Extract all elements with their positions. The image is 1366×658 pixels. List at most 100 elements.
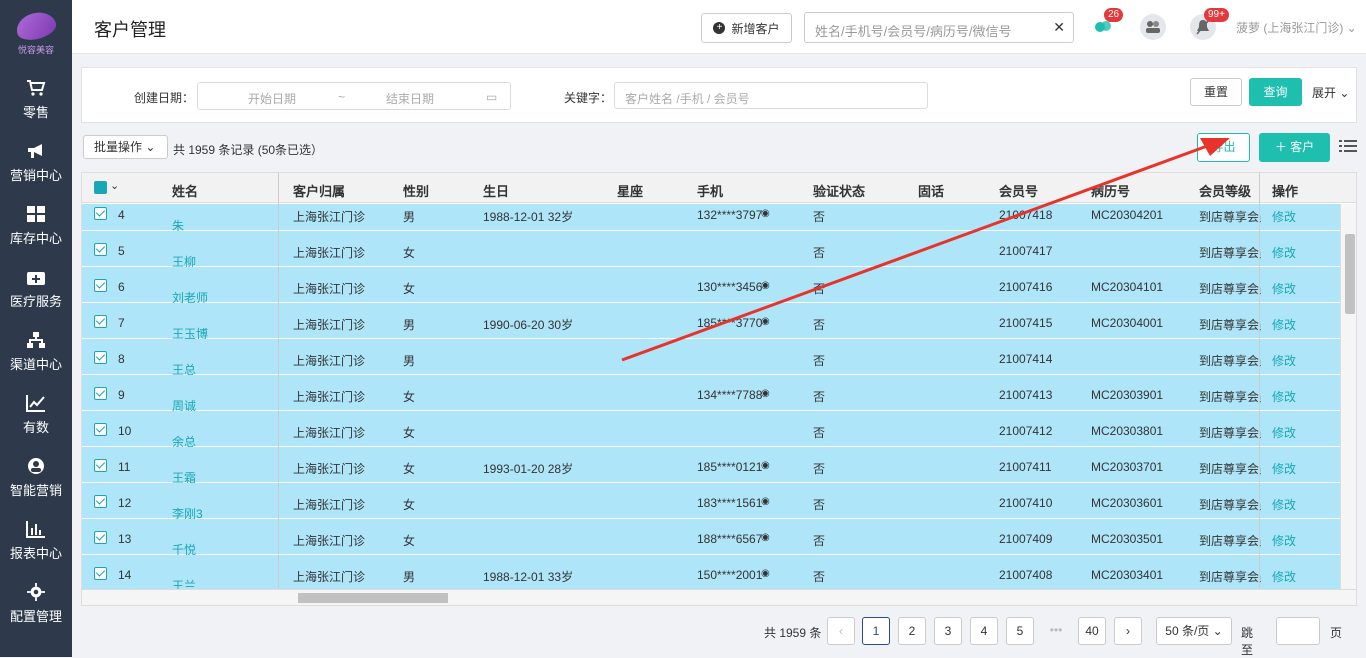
eye-icon[interactable]: ◉ <box>761 388 770 399</box>
new-customer-button[interactable]: + 新增客户 <box>701 13 792 43</box>
edit-link[interactable]: 修改 <box>1272 460 1296 477</box>
row-checkbox[interactable] <box>94 423 107 436</box>
edit-link[interactable]: 修改 <box>1272 424 1296 441</box>
chevron-down-icon[interactable]: ⌄ <box>110 179 119 192</box>
edit-link[interactable]: 修改 <box>1272 532 1296 549</box>
edit-link[interactable]: 修改 <box>1272 388 1296 405</box>
row-checkbox[interactable] <box>94 207 107 220</box>
sidebar-item[interactable]: 有数 <box>0 383 72 446</box>
scroll-thumb[interactable] <box>298 593 448 603</box>
row-checkbox[interactable] <box>94 243 107 256</box>
select-all-checkbox[interactable] <box>94 181 107 194</box>
clear-icon[interactable]: ✕ <box>1053 19 1065 36</box>
page-ellipsis[interactable]: ••• <box>1042 617 1070 645</box>
customer-name-link[interactable]: 王兰 <box>172 577 196 589</box>
edit-link[interactable]: 修改 <box>1272 244 1296 261</box>
eye-icon[interactable]: ◉ <box>761 280 770 291</box>
edit-link[interactable]: 修改 <box>1272 568 1296 585</box>
prev-page-button[interactable]: ‹ <box>827 617 855 645</box>
row-checkbox[interactable] <box>94 387 107 400</box>
table-row[interactable]: 9 周诚 上海张江门诊女 134****7788 否 21007413 MC20303901… <box>82 375 1340 413</box>
member-level: 到店尊享会员 <box>1199 354 1261 368</box>
contacts-button[interactable] <box>1140 14 1166 40</box>
edit-link[interactable]: 修改 <box>1272 352 1296 369</box>
page-size-select[interactable]: 50 条/页 ⌄ <box>1156 617 1232 645</box>
app-logo[interactable]: 悦容美容 <box>0 0 72 68</box>
page-button[interactable]: 1 <box>862 617 890 645</box>
row-checkbox[interactable] <box>94 459 107 472</box>
table-row[interactable]: 4 朱上海张江门诊男 1988-12-01 32岁 132****3797 否 21007… <box>82 204 1340 233</box>
column-header[interactable]: 姓名 <box>172 181 198 200</box>
chat-button[interactable]: 26 <box>1090 8 1124 40</box>
column-header[interactable]: 验证状态 <box>813 181 865 200</box>
sidebar-item[interactable]: 零售 <box>0 68 72 131</box>
table-row[interactable]: 7 王玉博 上海张江门诊男 1990-06-20 30岁 185****3770 否 210… <box>82 303 1340 341</box>
edit-link[interactable]: 修改 <box>1272 316 1296 333</box>
table-row[interactable]: 14 王兰 上海张江门诊 男 1988-12-01 33岁 150****2001 否 210… <box>82 555 1340 589</box>
sidebar-item[interactable]: 配置管理 <box>0 572 72 635</box>
row-checkbox[interactable] <box>94 567 107 580</box>
sidebar-item[interactable]: 智能营销 <box>0 446 72 509</box>
sidebar-item[interactable]: 库存中心 <box>0 194 72 257</box>
table-row[interactable]: 6 刘老师 上海张江门诊女 130****3456 否 21007416 MC2030410… <box>82 267 1340 305</box>
column-header[interactable]: 会员等级 <box>1199 181 1251 200</box>
sidebar-item[interactable]: 营销中心 <box>0 131 72 194</box>
column-settings-icon[interactable] <box>1339 139 1357 153</box>
edit-link[interactable]: 修改 <box>1272 280 1296 297</box>
keyword-input[interactable]: 客户姓名 /手机 / 会员号 <box>614 82 928 109</box>
column-header[interactable]: 固话 <box>918 181 944 200</box>
expand-toggle[interactable]: 展开 ⌄ <box>1312 84 1349 101</box>
eye-icon[interactable]: ◉ <box>761 316 770 327</box>
page-button[interactable]: 3 <box>934 617 962 645</box>
table-row[interactable]: 8王总上海张江门诊男否21007414到店尊享会员修改 <box>82 339 1340 377</box>
eye-icon[interactable]: ◉ <box>761 532 770 543</box>
column-header[interactable]: 客户归属 <box>293 181 345 200</box>
vertical-scrollbar[interactable] <box>1340 204 1356 589</box>
page-button[interactable]: 2 <box>898 617 926 645</box>
row-checkbox[interactable] <box>94 495 107 508</box>
sidebar-item[interactable]: 医疗服务 <box>0 257 72 320</box>
column-header[interactable]: 会员号 <box>999 181 1038 200</box>
verify-status: 否 <box>813 246 826 260</box>
row-checkbox[interactable] <box>94 351 107 364</box>
table-row[interactable]: 5王柳上海张江门诊女否21007417到店尊享会员修改 <box>82 231 1340 269</box>
global-search-input[interactable]: 姓名/手机号/会员号/病历号/微信号 ✕ <box>804 12 1074 43</box>
column-header[interactable]: 性别 <box>403 181 429 200</box>
column-header[interactable]: 生日 <box>483 181 509 200</box>
eye-icon[interactable]: ◉ <box>761 568 770 579</box>
edit-link[interactable]: 修改 <box>1272 496 1296 513</box>
page-button[interactable]: 4 <box>970 617 998 645</box>
row-checkbox[interactable] <box>94 315 107 328</box>
sidebar-item[interactable]: 渠道中心 <box>0 320 72 383</box>
table-row[interactable]: 13 千悦 上海张江门诊女 188****6567 否 21007409 MC2030350… <box>82 519 1340 557</box>
page-button[interactable]: 40 <box>1078 617 1106 645</box>
export-button[interactable]: 导出 <box>1197 133 1250 162</box>
table-row[interactable]: 11 王霜 上海张江门诊女 1993-01-20 28岁 185****0121 否 210… <box>82 447 1340 485</box>
eye-icon[interactable]: ◉ <box>761 460 770 471</box>
member-number: 21007417 <box>999 244 1053 258</box>
batch-operations-dropdown[interactable]: 批量操作 ⌄ <box>83 135 168 159</box>
eye-icon[interactable]: ◉ <box>761 496 770 507</box>
user-menu[interactable]: 菠萝 (上海张江门诊) ⌄ <box>1236 19 1357 36</box>
column-header[interactable]: 星座 <box>617 181 643 200</box>
row-checkbox[interactable] <box>94 279 107 292</box>
eye-icon[interactable]: ◉ <box>761 208 770 219</box>
table-row[interactable]: 10余总上海张江门诊女否21007412MC20303801到店尊享会员修改 <box>82 411 1340 449</box>
table-row[interactable]: 12 李刚3 上海张江门诊女 183****1561 否 21007410 MC203036… <box>82 483 1340 521</box>
reset-button[interactable]: 重置 <box>1190 78 1242 106</box>
date-range-picker[interactable]: 开始日期 ~ 结束日期 ▭ <box>197 82 511 110</box>
column-header[interactable]: 手机 <box>697 181 723 200</box>
goto-page-input[interactable] <box>1276 617 1320 645</box>
sidebar-item[interactable]: 报表中心 <box>0 509 72 572</box>
column-header[interactable]: 操作 <box>1272 181 1298 200</box>
page-button[interactable]: 5 <box>1006 617 1034 645</box>
query-button[interactable]: 查询 <box>1249 78 1302 106</box>
add-customer-button[interactable]: ＋ 客户 <box>1259 133 1330 162</box>
horizontal-scrollbar[interactable] <box>82 589 1356 605</box>
edit-link[interactable]: 修改 <box>1272 208 1296 225</box>
scroll-thumb[interactable] <box>1345 234 1355 314</box>
row-checkbox[interactable] <box>94 531 107 544</box>
column-header[interactable]: 病历号 <box>1091 181 1130 200</box>
next-page-button[interactable]: › <box>1114 617 1142 645</box>
notification-button[interactable]: 99+ <box>1190 8 1229 40</box>
